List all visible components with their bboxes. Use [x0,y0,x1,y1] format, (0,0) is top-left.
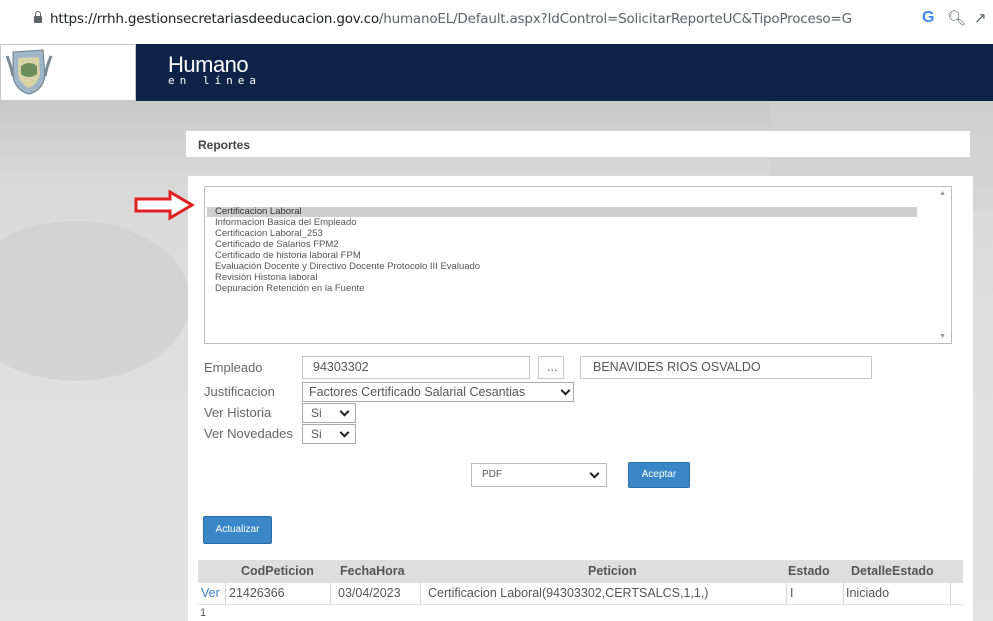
chevron-down-icon [339,406,350,417]
chevron-down-icon [339,427,350,438]
url-path: /humanoEL/Default.aspx?IdControl=Solicit… [378,11,852,27]
report-option[interactable]: Certificado de Salarios FPM2 [207,240,917,250]
aceptar-button[interactable]: Aceptar [628,462,690,488]
cell-estado: I [790,586,794,600]
ver-historia-select[interactable]: Si [302,403,356,423]
shield-icon [5,49,53,95]
report-option[interactable]: Informacion Basica del Empleado [207,218,917,228]
column-separator [950,583,951,604]
browser-address-bar[interactable]: https://rrhh.gestionsecretariasdeeducaci… [0,0,993,44]
report-listbox[interactable]: Certificacion Laboral Informacion Basica… [204,186,952,344]
format-value: PDF [482,469,502,480]
brand-subtitle: en línea [168,74,261,87]
logo[interactable] [0,44,136,101]
url-text[interactable]: https://rrhh.gestionsecretariasdeeducaci… [50,11,852,27]
empleado-id-field[interactable]: 94303302 [302,356,530,379]
report-option[interactable]: Certificacion Laboral [207,207,917,217]
brand-title: Humano [168,52,249,77]
justificacion-select[interactable]: Factores Certificado Salarial Cesantias [302,382,574,402]
ver-historia-label: Ver Historia [204,405,272,420]
report-form-panel: Certificacion Laboral Informacion Basica… [188,176,973,621]
column-header[interactable]: CodPeticion [241,564,314,578]
column-separator [330,583,331,604]
justificacion-label: Justificacion [204,384,275,399]
share-icon[interactable]: ↗ [974,9,987,27]
column-header[interactable]: Estado [788,564,830,578]
cell-detalleestado: Iniciado [846,586,890,600]
cell-fechahora: 03/04/2023 [338,586,401,600]
report-option[interactable]: Revisión Historia laboral [207,273,917,283]
chevron-down-icon [589,468,600,479]
justificacion-value: Factores Certificado Salarial Cesantias [309,385,526,399]
cell-codpeticion: 21426366 [229,586,285,600]
pager-page[interactable]: 1 [200,607,206,619]
empleado-name-field[interactable]: BENAVIDES RIOS OSVALDO [580,356,872,379]
report-option[interactable]: Depuración Retención en la Fuente [207,284,917,294]
chevron-down-icon [560,385,571,396]
ver-novedades-value: Si [311,427,322,441]
scroll-down-icon[interactable]: ▼ [939,333,946,340]
table-row: Ver 21426366 03/04/2023 Certificacion La… [198,583,963,605]
column-header[interactable]: DetalleEstado [851,564,934,578]
report-option[interactable]: Certificacion Laboral_253 [207,229,917,239]
ver-novedades-select[interactable]: Si [302,424,356,444]
report-option[interactable]: Evaluación Docente y Directivo Docente P… [207,262,917,272]
table-pager: 1 [198,604,963,621]
actualizar-button[interactable]: Actualizar [203,516,272,544]
column-header[interactable]: Peticion [588,564,637,578]
column-separator [420,583,421,604]
url-domain: https://rrhh.gestionsecretariasdeeducaci… [50,11,379,27]
empleado-label: Empleado [204,360,263,375]
table-header: CodPeticion FechaHora Peticion Estado De… [198,560,963,583]
column-separator [786,583,787,604]
requests-table: CodPeticion FechaHora Peticion Estado De… [198,560,963,621]
report-option[interactable]: Certificado de historia laboral FPM [207,251,917,261]
format-select[interactable]: PDF [471,463,607,487]
lock-icon [34,11,42,23]
ver-historia-value: Si [311,406,322,420]
page-title: Reportes [198,138,251,152]
cell-peticion: Certificacion Laboral(94303302,CERTSALCS… [428,586,709,600]
ver-link[interactable]: Ver [201,586,220,600]
app-header: Humano en línea [0,44,993,101]
reports-title-panel: Reportes [185,130,971,158]
brand-logo: Humano en línea [168,52,261,87]
background-shape [0,221,190,381]
google-icon[interactable]: G [922,9,934,27]
column-separator [225,583,226,604]
lookup-button[interactable]: ... [538,356,564,379]
red-arrow-icon [134,190,195,221]
scroll-up-icon[interactable]: ▲ [939,190,946,197]
ver-novedades-label: Ver Novedades [204,426,293,441]
column-header[interactable]: FechaHora [340,564,405,578]
zoom-icon[interactable]: 🔍︎ [947,9,966,27]
column-separator [843,583,844,604]
